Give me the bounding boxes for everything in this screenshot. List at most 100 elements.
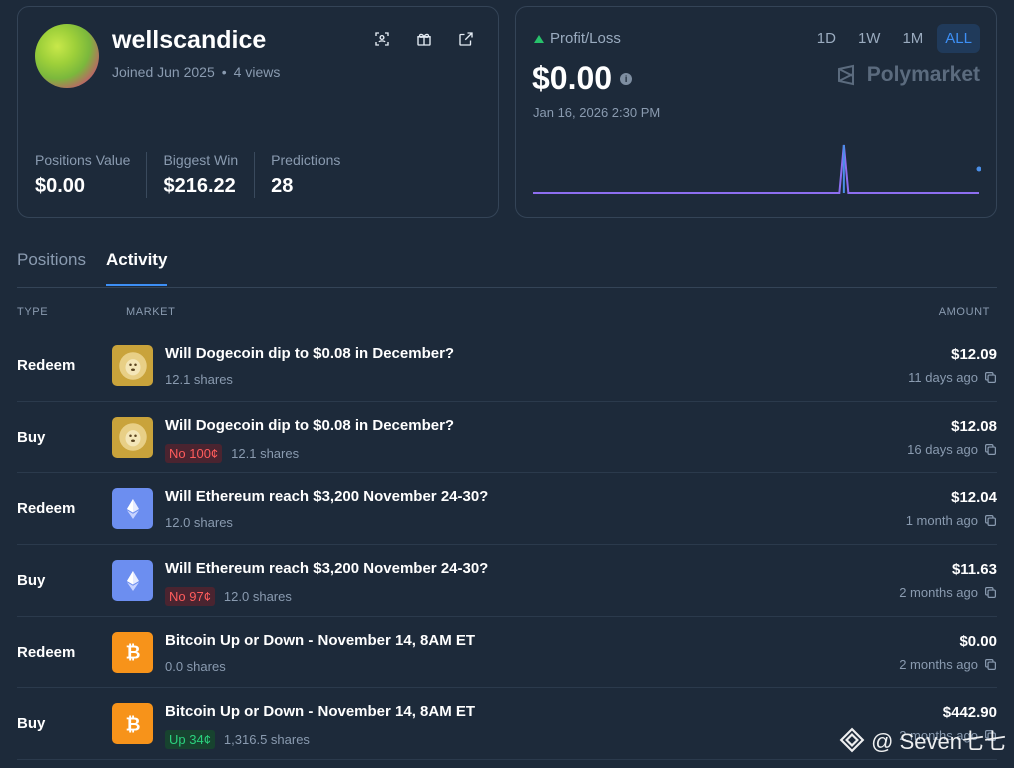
pnl-value: $0.00 [532,60,613,96]
stat-label: Predictions [271,152,341,168]
activity-type: Buy [17,572,46,590]
pnl-header: Profit/Loss [534,30,621,47]
joined-date: Joined Jun 2025 [112,64,215,80]
activity-list: Redeem Will Dogecoin dip to $0.08 in Dec… [17,330,997,761]
time-ago: 16 days ago [907,441,978,457]
stat-value: $216.22 [163,175,236,197]
range-1m[interactable]: 1M [894,24,931,53]
range-1w[interactable]: 1W [850,24,889,53]
table-row[interactable]: Redeem Will Dogecoin dip to $0.08 in Dec… [17,330,997,402]
table-row[interactable]: Redeem Will Ethereum reach $3,200 Novemb… [17,473,997,546]
copy-link-icon[interactable] [984,514,997,527]
copy-link-icon[interactable] [984,443,997,456]
timestamp: 2 months ago [899,657,997,672]
timestamp: 16 days ago [907,442,997,457]
timestamp: 11 days ago [908,370,997,385]
bitcoin-icon: ₿ [112,703,153,745]
amount-value: $12.08 [951,417,997,435]
polymarket-icon [837,64,854,86]
stat-positions-value: Positions Value $0.00 [35,152,148,198]
profile-actions [372,29,476,49]
svg-text:₿: ₿ [125,642,140,663]
stat-value: $0.00 [35,175,86,197]
market-details: 12.1 shares [165,372,233,387]
gift-icon[interactable] [414,29,434,49]
column-amount: AMOUNT [938,306,990,318]
activity-type: Buy [17,715,46,733]
amount-value: $442.90 [942,704,997,722]
outcome-badge: Up 34¢ [165,730,215,750]
copy-link-icon[interactable] [984,658,997,671]
external-link-icon[interactable] [456,29,476,49]
table-row[interactable]: Redeem ₿ Bitcoin Up or Down - November 1… [17,617,997,689]
triangle-up-icon [534,34,544,43]
column-market: MARKET [126,306,176,318]
timestamp: 1 month ago [906,513,997,528]
pnl-chart [533,144,981,194]
tab-activity[interactable]: Activity [106,250,168,286]
polymarket-logo: Polymarket [835,63,980,87]
share-count: 12.0 shares [165,515,233,531]
range-selector: 1D 1W 1M ALL [809,24,980,53]
table-row[interactable]: Buy Will Ethereum reach $3,200 November … [17,545,997,617]
scan-icon[interactable] [372,29,392,49]
stat-predictions: Predictions 28 [271,152,356,198]
stat-label: Biggest Win [163,152,239,168]
market-title[interactable]: Will Dogecoin dip to $0.08 in December? [165,417,454,434]
separator-dot: • [221,64,227,80]
copy-link-icon[interactable] [984,586,997,599]
bitcoin-icon: ₿ [112,631,153,673]
dogecoin-icon [112,345,153,386]
pnl-card: Profit/Loss 1D 1W 1M ALL $0.00 i Jan 16,… [515,6,997,218]
copy-link-icon[interactable] [984,371,997,384]
activity-type: Redeem [17,643,76,661]
share-count: 1,316.5 shares [223,732,310,748]
dogecoin-icon [112,416,153,458]
ethereum-icon [112,488,153,530]
amount-value: $0.00 [959,632,997,650]
stat-value: 28 [271,175,294,197]
market-title[interactable]: Bitcoin Up or Down - November 14, 8AM ET [165,703,475,720]
market-details: Up 34¢ 1,316.5 shares [165,730,310,750]
info-icon[interactable]: i [620,72,633,85]
diamond-logo-icon [839,727,865,753]
pnl-label: Profit/Loss [550,30,621,47]
brand-name: Polymarket [866,63,980,86]
market-title[interactable]: Will Dogecoin dip to $0.08 in December? [165,345,454,362]
market-details: No 97¢ 12.0 shares [165,587,292,607]
stat-label: Positions Value [35,152,131,168]
profile-stats: Positions Value $0.00 Biggest Win $216.2… [35,152,372,198]
share-count: 0.0 shares [165,658,226,674]
market-title[interactable]: Bitcoin Up or Down - November 14, 8AM ET [165,632,475,649]
table-row[interactable]: Buy Will Dogecoin dip to $0.08 in Decemb… [17,402,997,474]
tab-bar: Positions Activity [17,240,997,288]
activity-type: Redeem [17,357,76,374]
ethereum-icon [112,560,153,602]
watermark: @ Seven七七 [839,724,1006,756]
pnl-current-point [976,166,981,172]
pnl-value-wrap: $0.00 i [532,60,633,97]
svg-text:₿: ₿ [125,713,140,734]
share-count: 12.1 shares [165,372,233,387]
amount-value: $11.63 [951,561,997,579]
market-title[interactable]: Will Ethereum reach $3,200 November 24-3… [165,560,488,577]
activity-type: Buy [17,428,46,446]
column-type: TYPE [17,306,49,318]
pnl-series-line [533,144,979,194]
avatar [35,24,99,88]
amount-value: $12.04 [951,489,997,507]
view-count: 4 views [233,64,281,80]
profile-meta: Joined Jun 2025 • 4 views [112,64,280,80]
timestamp: 2 months ago [899,585,997,600]
time-ago: 2 months ago [899,585,978,601]
profile-card: wellscandice Joined Jun 2025 • 4 views Pos… [17,6,499,218]
time-ago: 1 month ago [905,513,978,529]
username: wellscandice [112,26,267,54]
tab-positions[interactable]: Positions [17,250,86,284]
outcome-badge: No 100¢ [165,443,223,463]
range-1d[interactable]: 1D [809,24,844,53]
time-ago: 11 days ago [908,370,978,385]
range-all[interactable]: ALL [937,24,980,53]
market-title[interactable]: Will Ethereum reach $3,200 November 24-3… [165,488,488,505]
share-count: 12.1 shares [231,445,300,461]
